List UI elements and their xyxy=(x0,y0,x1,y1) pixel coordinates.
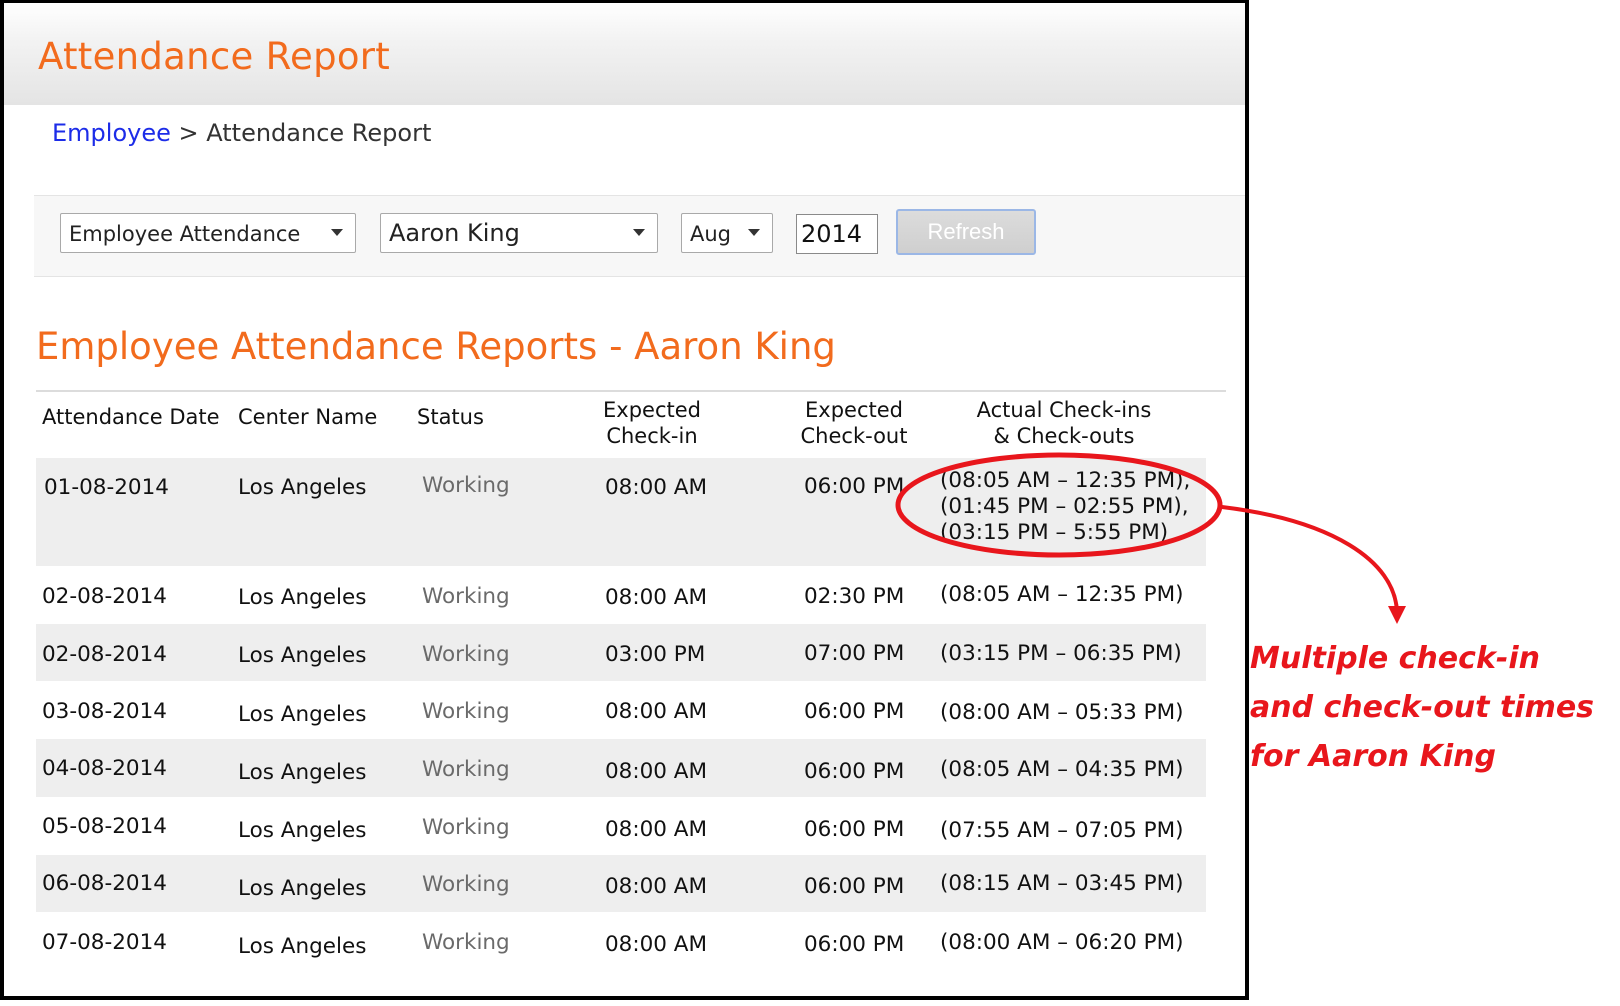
col-header-expected-in: Expected Check-in xyxy=(572,397,732,449)
cell-expected-out: 06:00 PM xyxy=(804,817,905,842)
breadcrumb-employee-link[interactable]: Employee xyxy=(52,119,171,147)
cell-date: 02-08-2014 xyxy=(42,642,167,667)
cell-expected-in: 08:00 AM xyxy=(605,699,708,724)
report-type-select[interactable]: Employee Attendance xyxy=(60,213,356,253)
cell-date: 07-08-2014 xyxy=(42,930,167,955)
cell-date: 02-08-2014 xyxy=(42,584,167,609)
cell-center: Los Angeles xyxy=(238,585,367,610)
annotation-line: Multiple check-in xyxy=(1250,641,1540,676)
col-header-status: Status xyxy=(417,405,484,429)
cell-expected-out: 06:00 PM xyxy=(804,474,905,499)
col-header-center: Center Name xyxy=(238,405,378,429)
title-bar: Attendance Report xyxy=(4,3,1245,105)
cell-actual: (08:00 AM – 05:33 PM) xyxy=(940,700,1184,725)
cell-status: Working xyxy=(422,930,510,955)
chevron-down-icon xyxy=(633,229,645,236)
cell-actual: (08:00 AM – 06:20 PM) xyxy=(940,930,1184,955)
chevron-down-icon xyxy=(331,229,343,236)
actual-interval: (08:05 AM – 12:35 PM), xyxy=(940,468,1191,493)
month-select[interactable]: Aug xyxy=(681,213,773,253)
arrow-head-icon xyxy=(1388,606,1406,624)
cell-expected-out: 06:00 PM xyxy=(804,759,905,784)
cell-status: Working xyxy=(422,584,510,609)
cell-center: Los Angeles xyxy=(238,475,367,500)
cell-expected-in: 03:00 PM xyxy=(605,642,706,667)
cell-expected-out: 07:00 PM xyxy=(804,641,905,666)
cell-expected-out: 06:00 PM xyxy=(804,699,905,724)
title-divider xyxy=(36,390,1226,392)
app-window: Attendance Report Employee > Attendance … xyxy=(0,0,1249,1000)
cell-date: 05-08-2014 xyxy=(42,814,167,839)
cell-status: Working xyxy=(422,473,510,498)
cell-expected-in: 08:00 AM xyxy=(605,585,708,610)
cell-expected-in: 08:00 AM xyxy=(605,475,708,500)
col-header-expected-in-line2: Check-in xyxy=(606,424,698,448)
cell-actual: (03:15 PM – 06:35 PM) xyxy=(940,641,1182,666)
actual-interval: (01:45 PM – 02:55 PM), xyxy=(940,494,1189,519)
cell-status: Working xyxy=(422,815,510,840)
cell-center: Los Angeles xyxy=(238,643,367,668)
employee-value: Aaron King xyxy=(389,219,520,247)
cell-center: Los Angeles xyxy=(238,760,367,785)
chevron-down-icon xyxy=(748,229,760,236)
col-header-date: Attendance Date xyxy=(42,405,220,429)
col-header-expected-out-line2: Check-out xyxy=(800,424,908,448)
cell-status: Working xyxy=(422,699,510,724)
col-header-actual-line1: Actual Check-ins xyxy=(976,398,1152,422)
page-title: Attendance Report xyxy=(38,35,391,78)
cell-date: 01-08-2014 xyxy=(44,475,169,500)
month-value: Aug xyxy=(690,222,732,246)
cell-status: Working xyxy=(422,757,510,782)
breadcrumb: Employee > Attendance Report xyxy=(52,119,431,147)
annotation-line: for Aaron King xyxy=(1250,739,1496,774)
cell-center: Los Angeles xyxy=(238,702,367,727)
cell-actual: (08:05 AM – 12:35 PM), (01:45 PM – 02:55… xyxy=(940,468,1190,546)
cell-date: 06-08-2014 xyxy=(42,871,167,896)
cell-expected-out: 06:00 PM xyxy=(804,932,905,957)
cell-expected-out: 06:00 PM xyxy=(804,874,905,899)
cell-expected-in: 08:00 AM xyxy=(605,932,708,957)
cell-center: Los Angeles xyxy=(238,818,367,843)
annotation-line: and check-out times xyxy=(1250,690,1595,725)
cell-expected-in: 08:00 AM xyxy=(605,817,708,842)
report-type-value: Employee Attendance xyxy=(69,222,301,246)
cell-status: Working xyxy=(422,872,510,897)
employee-select[interactable]: Aaron King xyxy=(380,213,658,253)
refresh-button[interactable]: Refresh xyxy=(896,209,1036,255)
breadcrumb-separator: > xyxy=(178,119,199,147)
cell-actual: (07:55 AM – 07:05 PM) xyxy=(940,818,1184,843)
cell-expected-in: 08:00 AM xyxy=(605,874,708,899)
year-input[interactable] xyxy=(796,214,878,254)
cell-status: Working xyxy=(422,642,510,667)
cell-center: Los Angeles xyxy=(238,934,367,959)
cell-actual: (08:15 AM – 03:45 PM) xyxy=(940,871,1184,896)
col-header-expected-in-line1: Expected xyxy=(603,398,701,422)
cell-date: 04-08-2014 xyxy=(42,756,167,781)
cell-center: Los Angeles xyxy=(238,876,367,901)
annotation-callout: Multiple check-in and check-out times fo… xyxy=(1250,634,1610,781)
cell-expected-out: 02:30 PM xyxy=(804,584,905,609)
col-header-actual: Actual Check-ins & Check-outs xyxy=(954,397,1174,449)
breadcrumb-current: Attendance Report xyxy=(206,119,432,147)
col-header-expected-out-line1: Expected xyxy=(805,398,903,422)
cell-date: 03-08-2014 xyxy=(42,699,167,724)
cell-actual: (08:05 AM – 12:35 PM) xyxy=(940,582,1184,607)
cell-actual: (08:05 AM – 04:35 PM) xyxy=(940,757,1184,782)
col-header-actual-line2: & Check-outs xyxy=(993,424,1135,448)
actual-interval: (03:15 PM – 5:55 PM) xyxy=(940,520,1169,545)
report-title: Employee Attendance Reports - Aaron King xyxy=(36,325,836,368)
cell-expected-in: 08:00 AM xyxy=(605,759,708,784)
col-header-expected-out: Expected Check-out xyxy=(774,397,934,449)
